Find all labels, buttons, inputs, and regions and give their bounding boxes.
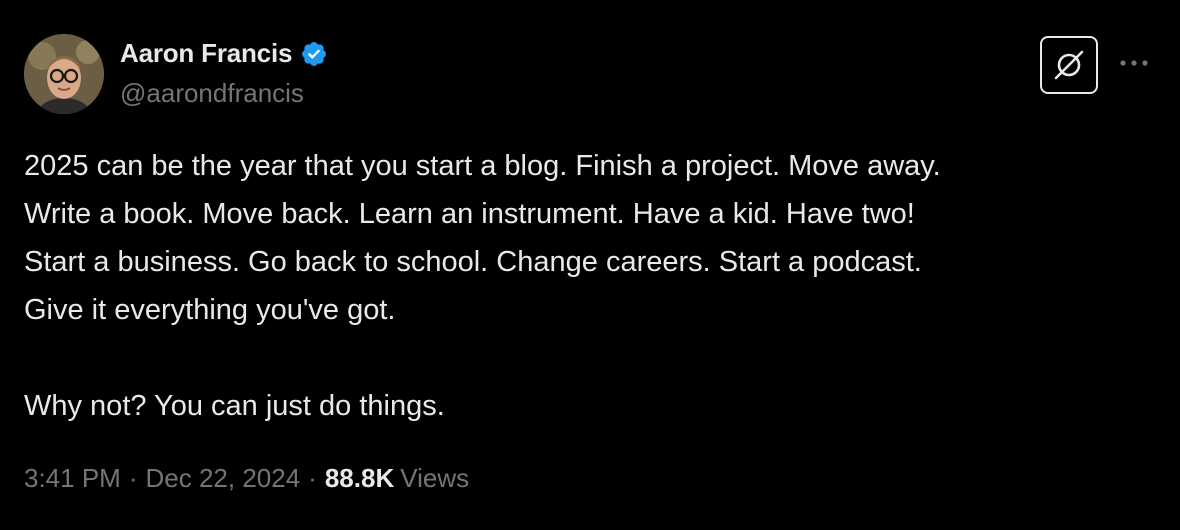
tweet-text-line: 2025 can be the year that you start a bl… — [24, 150, 941, 182]
tweet-card: Aaron Francis @aarondfrancis 2025 can be… — [0, 0, 1180, 530]
verified-badge-icon[interactable] — [300, 40, 328, 68]
avatar-image — [24, 34, 104, 114]
author-handle[interactable]: @aarondfrancis — [120, 78, 304, 109]
tweet-time[interactable]: 3:41 PM — [24, 463, 121, 494]
avatar[interactable] — [24, 34, 104, 114]
more-horizontal-icon — [1120, 60, 1148, 66]
paragraph-break — [24, 334, 1154, 382]
tweet-meta: 3:41 PM · Dec 22, 2024 · 88.8K Views — [24, 463, 469, 494]
meta-separator: · — [308, 463, 317, 493]
tweet-text-line: Why not? You can just do things. — [24, 390, 445, 422]
meta-separator: · — [128, 463, 138, 493]
views-count[interactable]: 88.8K — [325, 463, 394, 494]
views-label[interactable]: Views — [400, 463, 469, 494]
tweet-text-line: Give it everything you've got. — [24, 294, 396, 326]
tweet-date[interactable]: Dec 22, 2024 — [146, 463, 301, 494]
grok-icon — [1054, 50, 1084, 80]
author-name-row: Aaron Francis — [120, 38, 328, 69]
tweet-text-line: Write a book. Move back. Learn an instru… — [24, 198, 915, 230]
grok-button[interactable] — [1040, 36, 1098, 94]
more-options-button[interactable] — [1118, 50, 1150, 76]
tweet-text-line: Start a business. Go back to school. Cha… — [24, 246, 922, 278]
tweet-text: 2025 can be the year that you start a bl… — [24, 142, 1154, 430]
author-display-name[interactable]: Aaron Francis — [120, 38, 292, 69]
